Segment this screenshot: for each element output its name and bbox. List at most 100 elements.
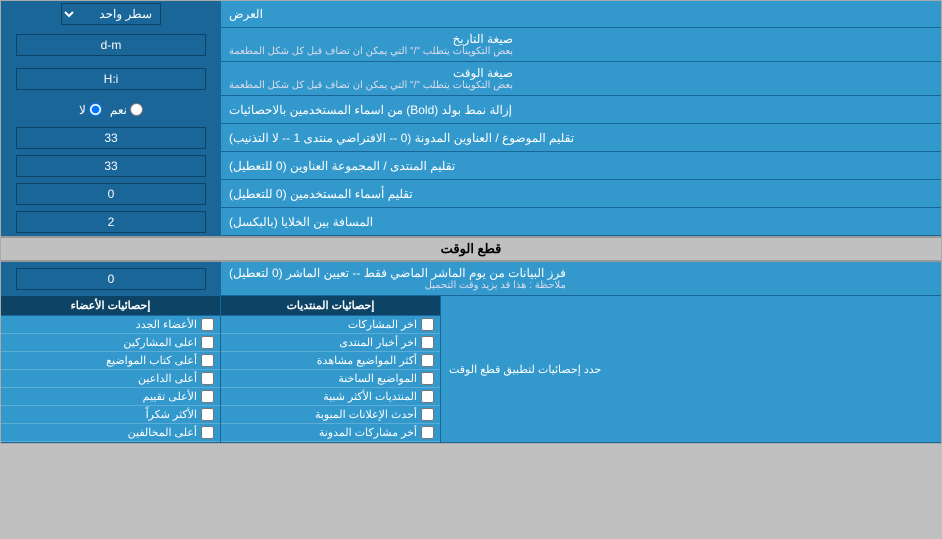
stat-posts-label-3: المواضيع الساخنة bbox=[338, 372, 417, 385]
stat-members-item-2: أعلى كتاب المواضيع bbox=[1, 352, 220, 370]
stat-posts-item-1: اخر أخبار المنتدى bbox=[221, 334, 440, 352]
stat-posts-item-4: المنتديات الأكثر شبية bbox=[221, 388, 440, 406]
users-limit-row: تقليم أسماء المستخدمين (0 للتعطيل) bbox=[1, 180, 941, 208]
stat-posts-cb-2[interactable] bbox=[421, 354, 434, 367]
stats-label: حدد إحصائيات لتطبيق قطع الوقت bbox=[441, 296, 941, 442]
bold-yes-label[interactable]: نعم bbox=[110, 103, 143, 117]
stat-posts-label-4: المنتديات الأكثر شبية bbox=[323, 390, 417, 403]
stat-members-item-6: أعلى المخالفين bbox=[1, 424, 220, 442]
stat-posts-item-0: اخر المشاركات bbox=[221, 316, 440, 334]
stats-label-text: حدد إحصائيات لتطبيق قطع الوقت bbox=[449, 363, 601, 376]
time-format-input-wrap bbox=[1, 62, 221, 95]
space-input[interactable] bbox=[16, 211, 206, 233]
date-format-input-wrap bbox=[1, 28, 221, 61]
stat-posts-item-2: أكثر المواضيع مشاهدة bbox=[221, 352, 440, 370]
forum-limit-row: تقليم المنتدى / المجموعة العناوين (0 للت… bbox=[1, 152, 941, 180]
stat-posts-cb-0[interactable] bbox=[421, 318, 434, 331]
bold-remove-row: إزالة نمط بولد (Bold) من اسماء المستخدمي… bbox=[1, 96, 941, 124]
date-format-hint: بعض التكوينات يتطلب "/" التي يمكن ان تضا… bbox=[229, 46, 513, 57]
stats-posts-col: إحصائيات المنتديات اخر المشاركات اخر أخب… bbox=[221, 296, 441, 442]
time-data-title: فرز البيانات من يوم الماشر الماضي فقط --… bbox=[229, 266, 566, 280]
stats-columns: إحصائيات المنتديات اخر المشاركات اخر أخب… bbox=[1, 296, 441, 442]
bold-no-label[interactable]: لا bbox=[79, 103, 102, 117]
stat-members-cb-5[interactable] bbox=[201, 408, 214, 421]
stat-members-cb-2[interactable] bbox=[201, 354, 214, 367]
stat-members-item-5: الأكثر شكراً bbox=[1, 406, 220, 424]
stat-posts-label-1: اخر أخبار المنتدى bbox=[339, 336, 417, 349]
bold-no-radio[interactable] bbox=[89, 103, 102, 116]
stat-posts-label-5: أحدث الإعلانات المبوبة bbox=[315, 408, 417, 421]
bold-yes-text: نعم bbox=[110, 103, 127, 117]
time-data-input[interactable] bbox=[16, 268, 206, 290]
time-data-hint: ملاحظة : هذا قد يزيد وقت التحميل bbox=[229, 280, 566, 291]
time-format-label: صيغة الوقت بعض التكوينات يتطلب "/" التي … bbox=[221, 62, 941, 95]
time-data-row: فرز البيانات من يوم الماشر الماضي فقط --… bbox=[1, 262, 941, 296]
users-limit-input-wrap bbox=[1, 180, 221, 207]
forum-limit-label: تقليم المنتدى / المجموعة العناوين (0 للت… bbox=[221, 152, 941, 179]
topic-limit-input-wrap bbox=[1, 124, 221, 151]
stat-members-label-2: أعلى كتاب المواضيع bbox=[106, 354, 197, 367]
stats-members-title: إحصائيات الأعضاء bbox=[1, 296, 220, 316]
space-input-wrap bbox=[1, 208, 221, 235]
stat-members-label-5: الأكثر شكراً bbox=[146, 408, 197, 421]
bold-radio-group: نعم لا bbox=[79, 103, 143, 117]
time-data-label: فرز البيانات من يوم الماشر الماضي فقط --… bbox=[221, 262, 941, 295]
stat-members-cb-6[interactable] bbox=[201, 426, 214, 439]
header-right-label: العرض bbox=[221, 1, 941, 27]
stat-members-item-3: أعلى الداعين bbox=[1, 370, 220, 388]
main-container: العرض سطر واحد سطرين ثلاثة أسطر صيغة الت… bbox=[0, 0, 942, 444]
header-left: سطر واحد سطرين ثلاثة أسطر bbox=[1, 1, 221, 27]
date-format-row: صيغة التاريخ بعض التكوينات يتطلب "/" الت… bbox=[1, 28, 941, 62]
stat-posts-label-2: أكثر المواضيع مشاهدة bbox=[317, 354, 417, 367]
users-limit-input[interactable] bbox=[16, 183, 206, 205]
space-title: المسافة بين الخلايا (بالبكسل) bbox=[229, 215, 373, 229]
stat-members-item-0: الأعضاء الجدد bbox=[1, 316, 220, 334]
bold-remove-label: إزالة نمط بولد (Bold) من اسماء المستخدمي… bbox=[221, 96, 941, 123]
date-format-label: صيغة التاريخ بعض التكوينات يتطلب "/" الت… bbox=[221, 28, 941, 61]
time-format-hint: بعض التكوينات يتطلب "/" التي يمكن ان تضا… bbox=[229, 80, 513, 91]
stat-posts-label-6: أخر مشاركات المدونة bbox=[319, 426, 417, 439]
users-limit-label: تقليم أسماء المستخدمين (0 للتعطيل) bbox=[221, 180, 941, 207]
bold-remove-input-wrap: نعم لا bbox=[1, 96, 221, 123]
topic-limit-title: تقليم الموضوع / العناوين المدونة (0 -- ا… bbox=[229, 131, 574, 145]
time-format-row: صيغة الوقت بعض التكوينات يتطلب "/" التي … bbox=[1, 62, 941, 96]
stat-members-item-4: الأعلى تقييم bbox=[1, 388, 220, 406]
forum-limit-input-wrap bbox=[1, 152, 221, 179]
view-select[interactable]: سطر واحد سطرين ثلاثة أسطر bbox=[61, 3, 161, 25]
stat-posts-cb-5[interactable] bbox=[421, 408, 434, 421]
stat-members-item-1: اعلى المشاركين bbox=[1, 334, 220, 352]
stat-members-cb-1[interactable] bbox=[201, 336, 214, 349]
stats-members-col: إحصائيات الأعضاء الأعضاء الجدد اعلى المش… bbox=[1, 296, 221, 442]
bold-no-text: لا bbox=[79, 103, 86, 117]
stat-posts-cb-3[interactable] bbox=[421, 372, 434, 385]
stat-members-label-3: أعلى الداعين bbox=[138, 372, 197, 385]
stat-members-label-0: الأعضاء الجدد bbox=[136, 318, 197, 331]
stat-members-label-1: اعلى المشاركين bbox=[123, 336, 197, 349]
stat-posts-cb-4[interactable] bbox=[421, 390, 434, 403]
stat-members-cb-0[interactable] bbox=[201, 318, 214, 331]
stat-members-label-6: أعلى المخالفين bbox=[128, 426, 197, 439]
stats-posts-title: إحصائيات المنتديات bbox=[221, 296, 440, 316]
date-format-input[interactable] bbox=[16, 34, 206, 56]
stat-members-cb-4[interactable] bbox=[201, 390, 214, 403]
time-section-title: قطع الوقت bbox=[441, 241, 502, 256]
forum-limit-input[interactable] bbox=[16, 155, 206, 177]
time-format-title: صيغة الوقت bbox=[229, 66, 513, 80]
topic-limit-label: تقليم الموضوع / العناوين المدونة (0 -- ا… bbox=[221, 124, 941, 151]
time-format-input[interactable] bbox=[16, 68, 206, 90]
stat-members-cb-3[interactable] bbox=[201, 372, 214, 385]
stat-posts-cb-1[interactable] bbox=[421, 336, 434, 349]
bold-yes-radio[interactable] bbox=[130, 103, 143, 116]
stat-posts-item-3: المواضيع الساخنة bbox=[221, 370, 440, 388]
time-data-input-wrap bbox=[1, 262, 221, 295]
stats-section: حدد إحصائيات لتطبيق قطع الوقت إحصائيات ا… bbox=[1, 296, 941, 443]
stat-members-label-4: الأعلى تقييم bbox=[143, 390, 197, 403]
space-row: المسافة بين الخلايا (بالبكسل) bbox=[1, 208, 941, 236]
stat-posts-cb-6[interactable] bbox=[421, 426, 434, 439]
forum-limit-title: تقليم المنتدى / المجموعة العناوين (0 للت… bbox=[229, 159, 455, 173]
bold-remove-title: إزالة نمط بولد (Bold) من اسماء المستخدمي… bbox=[229, 103, 512, 117]
topic-limit-input[interactable] bbox=[16, 127, 206, 149]
stat-posts-item-6: أخر مشاركات المدونة bbox=[221, 424, 440, 442]
header-label: العرض bbox=[229, 7, 263, 21]
stat-posts-item-5: أحدث الإعلانات المبوبة bbox=[221, 406, 440, 424]
